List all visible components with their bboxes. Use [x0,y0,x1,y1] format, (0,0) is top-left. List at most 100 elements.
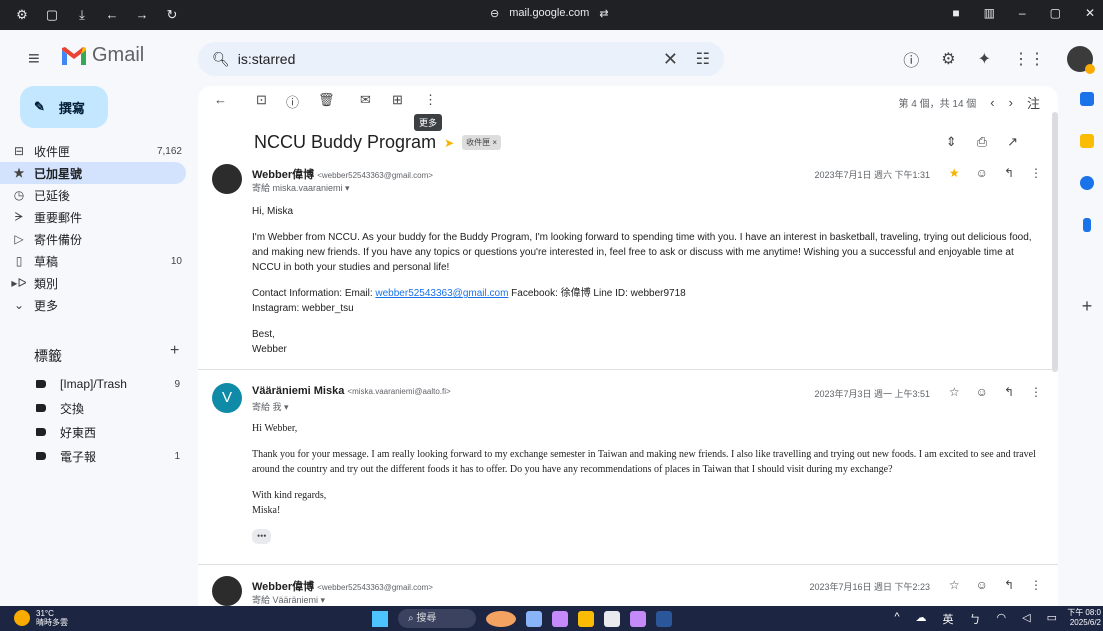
taskbar-clock[interactable]: 下午 08:0 2025/6/2 [1067,608,1101,628]
ime-mode-icon[interactable]: ㄅ [970,611,981,627]
expand-all-icon[interactable]: ⇕ [946,134,957,150]
app-icon[interactable] [604,610,620,627]
label-item[interactable]: [Imap]/Trash 9 [0,372,190,396]
gmail-logo[interactable]: Gmail [62,44,144,67]
more-vert-icon[interactable]: ⋮ [1030,578,1042,592]
recipient-line[interactable]: 寄給 Vääräniemi ▾ [252,593,325,606]
search-bar[interactable]: 🔍︎ is:starred ✕ ☷ [198,42,724,76]
sender-avatar[interactable] [212,576,242,606]
forward-icon[interactable]: → [134,7,150,23]
apps-grid-icon[interactable]: ⋮⋮ [1013,49,1045,69]
keep-icon[interactable] [1080,134,1094,148]
add-label-icon[interactable]: + [170,342,179,360]
report-spam-icon[interactable]: ⓘ [286,92,299,111]
sidebar-item-categories[interactable]: ▸ᐅ 類別 [0,272,190,294]
get-addons-icon[interactable]: + [1082,296,1093,317]
search-options-icon[interactable]: ☷ [696,49,710,69]
ime-indicator[interactable]: 英 [943,611,954,627]
reply-icon[interactable]: ↰ [1004,166,1014,180]
account-avatar[interactable] [1067,46,1095,74]
reply-icon[interactable]: ↰ [1004,578,1014,592]
tune-icon[interactable]: ⇄ [599,7,608,20]
search-input[interactable]: is:starred [238,51,296,67]
sidebar-item-more[interactable]: ⌄ 更多 [0,294,190,316]
start-icon[interactable] [372,610,388,627]
app-icon[interactable] [552,610,568,627]
volume-icon[interactable]: ◁ [1022,611,1030,627]
tray-chevron-icon[interactable]: ^ [894,611,899,627]
battery-icon[interactable]: ▭ [1047,611,1057,627]
scrollbar[interactable] [1052,112,1058,372]
sidebar-item-important[interactable]: ᗒ 重要郵件 [0,206,190,228]
emoji-react-icon[interactable]: ☺ [976,578,988,592]
tab-icon[interactable]: ▢ [44,7,60,23]
signature: Webber [252,344,287,355]
input-tools-button[interactable]: 注 [1027,93,1040,112]
app-icon[interactable] [630,610,646,627]
close-window-icon[interactable]: ✕ [1085,6,1095,20]
maximize-icon[interactable]: ▢ [1050,6,1061,20]
calendar-icon[interactable] [1080,92,1094,106]
next-page-icon[interactable]: › [1009,95,1013,110]
taskbar-search[interactable]: ⌕ 搜尋 [398,609,476,628]
contacts-icon[interactable] [1083,218,1091,232]
archive-icon[interactable]: ⊡ [256,92,267,108]
profile-icon[interactable]: ■ [952,6,959,20]
reply-icon[interactable]: ↰ [1004,385,1014,399]
emoji-react-icon[interactable]: ☺ [976,385,988,399]
sidebar-item-drafts[interactable]: ▯ 草稿 10 [0,250,190,272]
help-icon[interactable]: ⓘ [903,47,919,71]
cloud-icon[interactable]: ☁ [916,611,927,627]
copilot-icon[interactable] [486,610,516,627]
email-link[interactable]: webber52543363@gmail.com [375,288,508,299]
minimize-icon[interactable]: – [1019,6,1026,20]
delete-icon[interactable]: 🗑︎ [318,92,335,108]
clear-search-icon[interactable]: ✕ [663,49,678,70]
address-bar[interactable]: ⊖ mail.google.com ⇄ [490,7,609,20]
file-explorer-icon[interactable] [578,610,594,627]
recipient-line[interactable]: 寄給 miska.vaaraniemi ▾ [252,181,350,194]
task-view-icon[interactable] [526,610,542,627]
move-to-icon[interactable]: ⊞ [392,92,403,108]
mark-unread-icon[interactable]: ✉ [360,92,371,108]
inbox-label-chip[interactable]: 收件匣 × [462,135,502,150]
gemini-icon[interactable]: ✦ [978,49,991,69]
recipient-line[interactable]: 寄給 我 ▾ [252,400,289,413]
sidebar-item-inbox[interactable]: ⊟ 收件匣 7,162 [0,140,190,162]
extensions-icon[interactable]: ⚙ [14,7,30,23]
label-item[interactable]: 交換 [0,396,190,420]
label-item[interactable]: 好東西 [0,420,190,444]
sender-avatar[interactable] [212,164,242,194]
label-item[interactable]: 電子報 1 [0,444,190,468]
back-icon[interactable]: ← [104,7,120,23]
site-info-icon[interactable]: ⊖ [490,7,499,20]
sender-avatar[interactable]: V [212,383,242,413]
more-vert-icon[interactable]: ⋮ [1030,166,1042,180]
more-vert-icon[interactable]: ⋮ [1030,385,1042,399]
back-to-list-icon[interactable]: ← [214,92,227,107]
important-marker-icon[interactable]: ➤ [444,136,454,150]
sidebar-item-sent[interactable]: ▷ 寄件備份 [0,228,190,250]
search-icon[interactable]: 🔍︎ [212,51,230,68]
main-menu-icon[interactable]: ≡ [28,48,40,71]
emoji-react-icon[interactable]: ☺ [976,166,988,180]
download-icon[interactable]: ⤓ [74,7,90,23]
star-outline-icon[interactable]: ☆ [949,385,960,399]
reload-icon[interactable]: ↻ [164,7,180,23]
wifi-icon[interactable]: ◠ [997,611,1007,627]
sidebar-item-starred[interactable]: ★ 已加星號 [0,162,186,184]
tasks-icon[interactable] [1080,176,1094,190]
tab-search-icon[interactable]: ▥ [984,6,995,20]
open-new-window-icon[interactable]: ↗ [1007,134,1018,150]
print-icon[interactable]: ⎙ [977,134,987,150]
star-outline-icon[interactable]: ☆ [949,578,960,592]
settings-icon[interactable]: ⚙ [941,49,955,69]
word-icon[interactable] [656,610,672,627]
compose-button[interactable]: ✎ 撰寫 [20,86,108,128]
weather-widget[interactable]: 31°C 晴時多雲 [14,609,68,627]
star-icon[interactable]: ★ [949,166,960,180]
more-options-icon[interactable]: ⋮ [424,92,437,108]
show-trimmed-button[interactable]: ••• [252,529,272,544]
prev-page-icon[interactable]: ‹ [990,95,994,110]
sidebar-item-snoozed[interactable]: ◷ 已延後 [0,184,190,206]
